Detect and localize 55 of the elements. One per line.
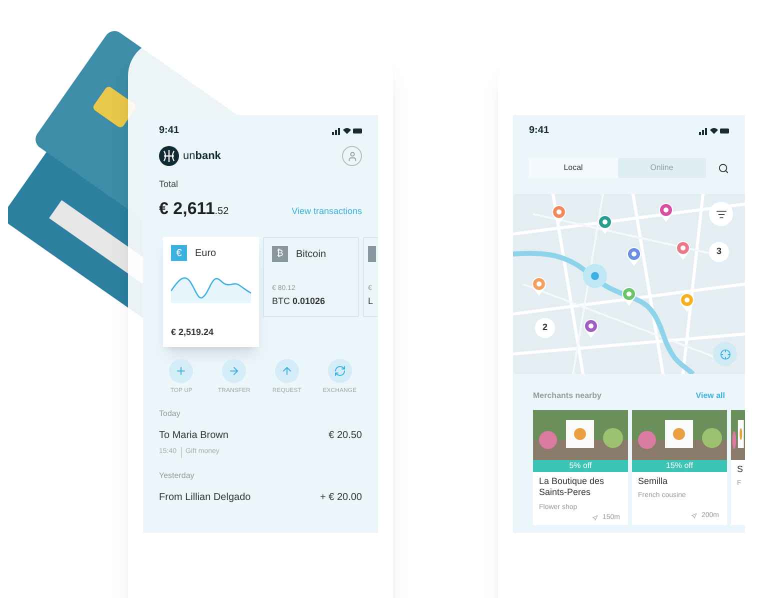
plus-icon xyxy=(175,365,188,377)
action-button[interactable] xyxy=(274,359,299,383)
map-pin-icon[interactable] xyxy=(531,276,547,296)
section-title: Merchants nearby xyxy=(533,390,602,402)
total-balance: € 2,611.52 xyxy=(159,198,229,220)
transaction-amount: € 20.50 xyxy=(328,429,362,443)
refresh-icon xyxy=(334,365,346,377)
status-time: 9:41 xyxy=(159,124,180,138)
transaction-title: To Maria Brown xyxy=(159,429,228,443)
currency-symbol xyxy=(368,246,376,262)
currency-symbol: ₿ xyxy=(272,246,288,262)
map-pin-icon[interactable] xyxy=(679,292,695,312)
brand-name: unbank xyxy=(183,148,221,164)
filter-icon xyxy=(716,208,726,220)
map-pin-icon[interactable] xyxy=(583,318,599,338)
status-icons xyxy=(699,126,729,134)
discount-badge: 15% off xyxy=(632,460,727,472)
action-button[interactable] xyxy=(328,359,352,383)
map-pin-icon[interactable] xyxy=(597,214,613,234)
arrow-right-icon xyxy=(228,365,240,377)
account-card[interactable]: € Euro € 2,519.24 xyxy=(163,237,259,347)
logo-icon xyxy=(159,146,179,166)
map-pin-icon[interactable] xyxy=(621,286,637,306)
action-button[interactable] xyxy=(169,359,194,383)
status-time: 9:41 xyxy=(529,124,550,138)
direction-icon xyxy=(592,515,598,522)
discount-badge: 5% off xyxy=(533,460,628,472)
transaction-title: From Lillian Delgado xyxy=(159,490,251,504)
account-name: Bitcoin xyxy=(296,248,326,262)
merchant-name: La Boutique des Saints-Peres xyxy=(538,476,606,498)
merchant-name: Semilla xyxy=(637,476,669,488)
crosshair-icon xyxy=(720,348,730,360)
map-pin-icon[interactable] xyxy=(626,246,642,266)
status-icons xyxy=(332,126,362,134)
transaction-amount: + € 20.00 xyxy=(320,490,362,504)
segment-tab[interactable]: Local xyxy=(529,158,618,178)
currency-symbol: € xyxy=(171,245,187,261)
total-label: Total xyxy=(158,178,180,191)
transaction-row[interactable]: From Lillian Delgado + € 20.00 xyxy=(159,482,362,512)
crypto-amount: BTC 0.01026 xyxy=(272,294,326,308)
user-icon xyxy=(346,150,358,162)
date-heading: Yesterday xyxy=(159,470,196,482)
crypto-amount: L xyxy=(368,294,374,308)
search-icon[interactable] xyxy=(718,162,729,174)
profile-button[interactable] xyxy=(342,146,362,166)
account-amount: € 2,519.24 xyxy=(171,326,215,338)
date-heading: Today xyxy=(159,408,182,420)
account-name: Euro xyxy=(195,246,216,260)
arrow-up-icon xyxy=(280,365,293,377)
map-pin-icon[interactable] xyxy=(658,202,674,222)
merchant-name: S xyxy=(736,464,744,476)
map-pin-icon[interactable] xyxy=(551,204,567,224)
direction-icon xyxy=(691,512,698,519)
map-pin-icon[interactable] xyxy=(675,240,691,260)
action-button[interactable] xyxy=(222,359,246,383)
